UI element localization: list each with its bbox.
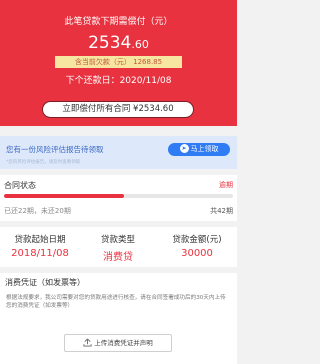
voucher-description: 根据法规要求，我公司需要对您的贷款用途进行核查，请在合同签署成功后的30天内上传… — [6, 295, 226, 309]
next-payment-amount: 2534.60 — [0, 33, 237, 53]
loan-start-date-value: 2018/11/08 — [11, 248, 69, 259]
loan-type: 贷款类型 消费贷 — [82, 233, 154, 263]
voucher-title: 消费凭证（如发票等） — [5, 278, 85, 287]
upload-icon — [83, 338, 92, 347]
loan-start-date-label: 贷款起始日期 — [14, 235, 66, 245]
loan-info-card: 贷款起始日期 2018/11/08 贷款类型 消费贷 贷款金额(元) 30000 — [0, 227, 237, 267]
installments-total-text: 共42期 — [210, 207, 233, 215]
risk-report-title: 您有一份风险评估报告待领取 — [6, 145, 104, 154]
upload-voucher-button[interactable]: 上传消费凭证并声明 — [64, 334, 172, 352]
repayment-progress-bar — [4, 194, 233, 198]
upload-voucher-label: 上传消费凭证并声明 — [94, 339, 153, 347]
contract-status-card: 合同状态 逾期 已还22期，未还20期 共42期 — [0, 175, 237, 221]
pay-all-contracts-button[interactable]: 立即偿付所有合同 ¥2534.60 — [42, 101, 194, 118]
overdue-status-badge: 逾期 — [219, 181, 233, 189]
repayment-header: 此笔贷款下期需偿付（元） 2534.60 含当前欠款（元） 1268.85 下个… — [0, 0, 237, 126]
amount-integer: 2534 — [88, 33, 132, 53]
consumption-voucher-card: 消费凭证（如发票等） 根据法规要求，我公司需要对您的贷款用途进行核查，请在合同签… — [0, 273, 237, 364]
loan-type-label: 贷款类型 — [100, 235, 135, 245]
contract-status-title: 合同状态 — [4, 181, 36, 190]
risk-report-banner[interactable]: 您有一份风险评估报告待领取 *您的风险评估报告，请及时查看领取 ➤ 马上领取 — [0, 136, 237, 169]
next-payment-title: 此笔贷款下期需偿付（元） — [64, 17, 173, 27]
amount-decimal: .60 — [131, 38, 149, 51]
risk-report-subtitle: *您的风险评估报告，请及时查看领取 — [6, 160, 81, 165]
claim-now-button[interactable]: ➤ 马上领取 — [168, 143, 230, 156]
claim-now-label: 马上领取 — [190, 145, 219, 153]
loan-type-value: 消费贷 — [103, 252, 133, 263]
overdue-amount-note: 含当前欠款（元） 1268.85 — [55, 56, 182, 68]
arrow-right-icon: ➤ — [179, 144, 189, 153]
loan-amount-value: 30000 — [181, 248, 213, 259]
loan-amount: 贷款金额(元) 30000 — [160, 233, 234, 259]
loan-start-date: 贷款起始日期 2018/11/08 — [4, 233, 76, 259]
loan-amount-label: 贷款金额(元) — [172, 235, 222, 245]
next-repayment-date: 下个还款日：2020/11/08 — [65, 76, 172, 86]
repayment-progress-fill — [4, 194, 124, 198]
installments-paid-text: 已还22期，未还20期 — [4, 207, 71, 215]
